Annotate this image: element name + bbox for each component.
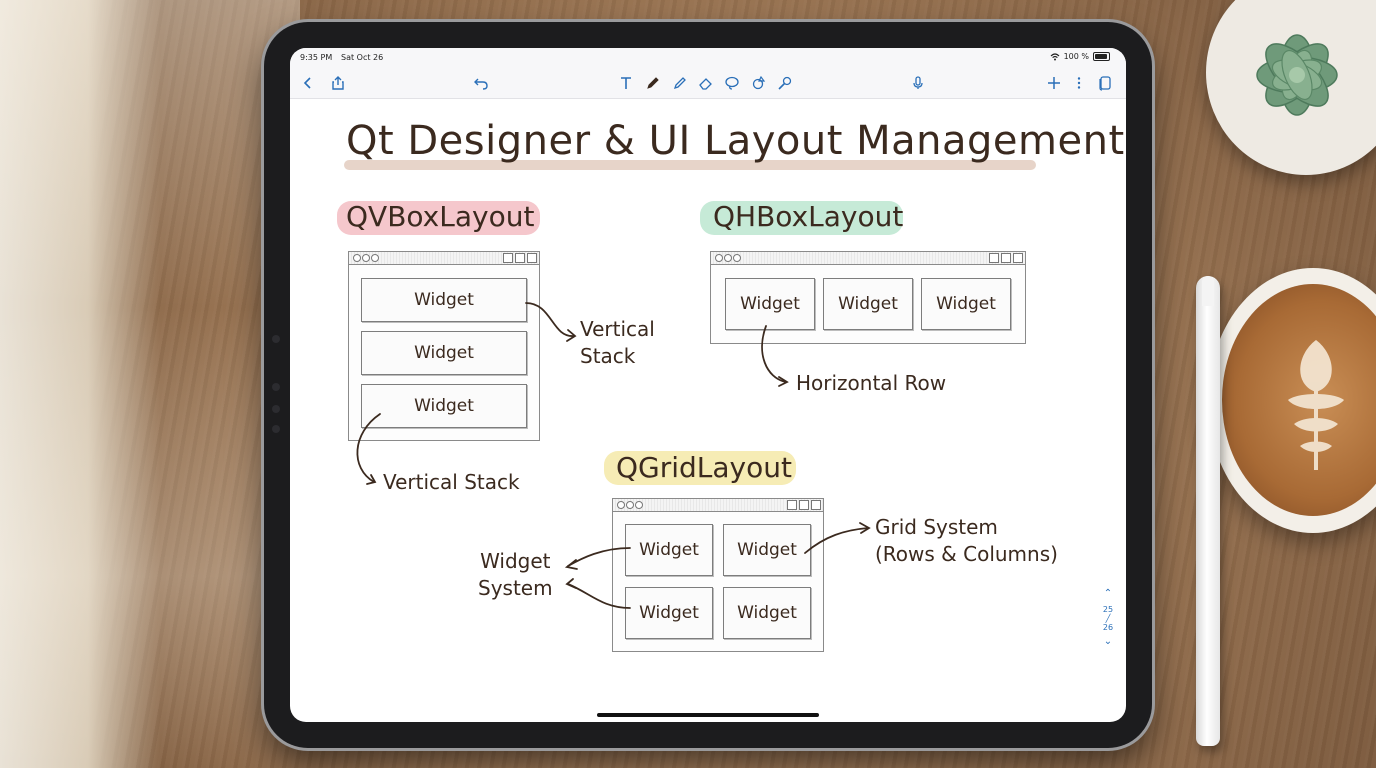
annotation-line: Vertical: [580, 317, 655, 341]
vbox-annotation-bottom: Vertical Stack: [383, 470, 520, 494]
share-icon[interactable]: [328, 72, 348, 94]
status-bar: 9:35 PM Sat Oct 26 100 %: [290, 48, 1126, 68]
succulent-plant: [1256, 34, 1338, 116]
widget-box: Widget: [921, 278, 1011, 330]
widget-box: Widget: [723, 587, 811, 639]
annotation-line: Widget: [480, 549, 551, 573]
status-date: Sat Oct 26: [341, 53, 384, 62]
arrowhead: [366, 474, 377, 485]
sensor-icon: [272, 425, 280, 433]
page-down-icon[interactable]: ⌄: [1096, 636, 1120, 647]
note-toolbar: [290, 68, 1126, 99]
window-dot: [353, 254, 361, 262]
annotation-line: (Rows & Columns): [875, 542, 1058, 566]
window-dot: [635, 501, 643, 509]
eraser-icon[interactable]: [696, 72, 716, 94]
widget-box: Widget: [625, 524, 713, 576]
vbox-annotation-right: Vertical Stack: [580, 316, 655, 370]
hbox-annotation: Horizontal Row: [796, 371, 947, 395]
widget-box: Widget: [823, 278, 913, 330]
minimize-icon: [989, 253, 999, 263]
hbox-window: Widget Widget Widget: [710, 251, 1026, 344]
camera-icon: [272, 335, 280, 343]
wifi-icon: [1050, 52, 1060, 60]
grid-annotation-left: Widget System: [478, 548, 553, 602]
window-titlebar: [349, 252, 539, 265]
window-dot: [724, 254, 732, 262]
microphone-icon[interactable]: [908, 72, 928, 94]
widget-box: Widget: [723, 524, 811, 576]
arrowhead: [566, 329, 577, 342]
close-icon: [811, 500, 821, 510]
back-icon[interactable]: [298, 72, 318, 94]
note-title: Qt Designer & UI Layout Management: [346, 118, 1125, 164]
battery-percent: 100 %: [1063, 52, 1089, 61]
window-dot: [371, 254, 379, 262]
minimize-icon: [503, 253, 513, 263]
arrowhead: [565, 578, 577, 589]
window-light: [0, 0, 300, 768]
home-indicator[interactable]: [597, 713, 819, 717]
hbox-label: QHBoxLayout: [713, 200, 904, 233]
page-separator-icon: ╱: [1105, 614, 1111, 623]
sensor-icon: [272, 383, 280, 391]
status-right: 100 %: [1050, 52, 1110, 61]
pages-icon[interactable]: [1095, 72, 1115, 94]
widget-box: Widget: [361, 278, 527, 322]
window-dot: [617, 501, 625, 509]
pen-icon[interactable]: [643, 72, 663, 94]
latte-art: [1288, 340, 1344, 470]
arrowhead: [859, 522, 871, 534]
arrowhead: [564, 559, 578, 570]
maximize-icon: [515, 253, 525, 263]
annotation-line: Stack: [580, 344, 636, 368]
more-icon[interactable]: [1069, 72, 1089, 94]
window-dot: [733, 254, 741, 262]
stylus-pencil: [1196, 276, 1220, 746]
sensor-icon: [272, 405, 280, 413]
page-indicator: ⌃ 25 ╱ 26 ⌄: [1096, 588, 1120, 647]
total-pages: 26: [1102, 623, 1114, 632]
battery-icon: [1093, 52, 1110, 61]
page-up-icon[interactable]: ⌃: [1096, 588, 1120, 599]
minimize-icon: [787, 500, 797, 510]
widget-box: Widget: [361, 384, 527, 428]
pointer-icon[interactable]: [775, 72, 795, 94]
plus-icon[interactable]: [1044, 72, 1064, 94]
shapes-icon[interactable]: [749, 72, 769, 94]
widget-box: Widget: [625, 587, 713, 639]
window-titlebar: [711, 252, 1025, 265]
window-titlebar: [613, 499, 823, 512]
window-dot: [362, 254, 370, 262]
window-dot: [626, 501, 634, 509]
close-icon: [527, 253, 537, 263]
arrowhead: [778, 376, 789, 387]
grid-window: Widget Widget Widget Widget: [612, 498, 824, 652]
status-time: 9:35 PM: [300, 53, 333, 62]
window-dot: [715, 254, 723, 262]
stylus-tip: [1202, 276, 1214, 306]
current-page: 25: [1102, 605, 1114, 614]
annotation-line: Grid System: [875, 515, 998, 539]
vbox-window: Widget Widget Widget: [348, 251, 540, 441]
widget-box: Widget: [725, 278, 815, 330]
tablet-screen: 9:35 PM Sat Oct 26 100 % Qt Designer & U…: [290, 48, 1126, 722]
grid-label: QGridLayout: [616, 451, 792, 484]
grid-annotation-right: Grid System (Rows & Columns): [875, 514, 1058, 568]
lasso-icon[interactable]: [722, 72, 742, 94]
text-tool-icon[interactable]: [616, 72, 636, 94]
annotation-line: System: [478, 576, 553, 600]
maximize-icon: [1001, 253, 1011, 263]
highlighter-icon[interactable]: [670, 72, 690, 94]
widget-box: Widget: [361, 331, 527, 375]
maximize-icon: [799, 500, 809, 510]
close-icon: [1013, 253, 1023, 263]
undo-icon[interactable]: [471, 72, 491, 94]
vbox-label: QVBoxLayout: [346, 200, 535, 233]
